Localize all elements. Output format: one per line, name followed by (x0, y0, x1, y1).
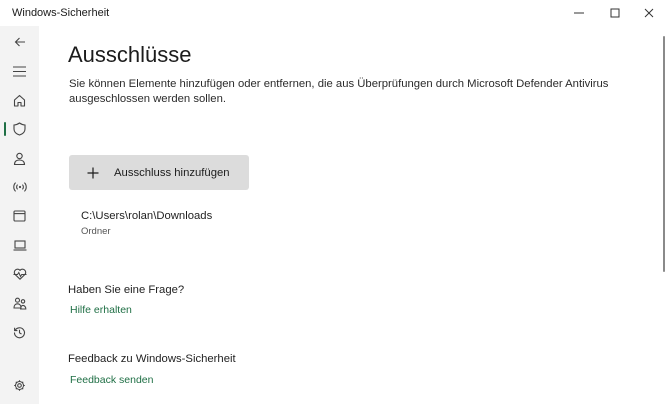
sidebar-item-settings[interactable] (0, 371, 39, 399)
history-icon (13, 326, 26, 338)
sidebar-item-app-browser-control[interactable] (0, 202, 39, 230)
send-feedback-link[interactable]: Feedback senden (70, 374, 153, 386)
sidebar-item-home[interactable] (0, 86, 39, 114)
exclusion-type: Ordner (81, 226, 111, 237)
sidebar-item-family-options[interactable] (0, 289, 39, 317)
sidebar-item-virus-protection[interactable] (0, 115, 39, 143)
heart-pulse-icon (13, 268, 26, 280)
close-button[interactable] (630, 0, 667, 26)
family-icon (12, 297, 26, 310)
sidebar-item-account-protection[interactable] (0, 144, 39, 172)
wireless-icon (12, 182, 27, 192)
add-exclusion-label: Ausschluss hinzufügen (114, 166, 230, 179)
maximize-button[interactable] (596, 0, 634, 26)
maximize-icon (610, 8, 620, 18)
main-content: Ausschlüsse Sie können Elemente hinzufüg… (39, 26, 667, 404)
title-bar: Windows-Sicherheit (0, 0, 667, 26)
minimize-button[interactable] (560, 0, 598, 26)
sidebar-item-firewall-network[interactable] (0, 173, 39, 201)
home-icon (13, 94, 26, 107)
laptop-icon (13, 239, 26, 251)
exclusion-path: C:\Users\rolan\Downloads (81, 210, 213, 222)
sidebar-item-device-performance[interactable] (0, 260, 39, 288)
back-arrow-icon (14, 37, 25, 47)
shield-icon (13, 122, 26, 136)
get-help-link[interactable]: Hilfe erhalten (70, 304, 132, 316)
back-button[interactable] (0, 28, 39, 56)
person-icon (13, 152, 26, 165)
add-exclusion-button[interactable]: Ausschluss hinzufügen (69, 155, 249, 190)
minimize-icon (574, 12, 584, 14)
close-icon (644, 8, 654, 18)
window-title: Windows-Sicherheit (12, 7, 110, 19)
menu-toggle-button[interactable] (0, 57, 39, 85)
sidebar (0, 26, 39, 404)
hamburger-menu-icon (13, 65, 26, 77)
page-title: Ausschlüsse (68, 42, 192, 67)
vertical-scrollbar[interactable] (663, 36, 665, 272)
app-browser-icon (13, 210, 26, 222)
sidebar-item-device-security[interactable] (0, 231, 39, 259)
settings-gear-icon (14, 379, 25, 391)
page-description: Sie können Elemente hinzufügen oder entf… (69, 78, 609, 105)
question-heading: Haben Sie eine Frage? (68, 284, 185, 296)
plus-icon (82, 162, 104, 184)
sidebar-item-protection-history[interactable] (0, 318, 39, 346)
feedback-heading: Feedback zu Windows-Sicherheit (68, 353, 236, 365)
